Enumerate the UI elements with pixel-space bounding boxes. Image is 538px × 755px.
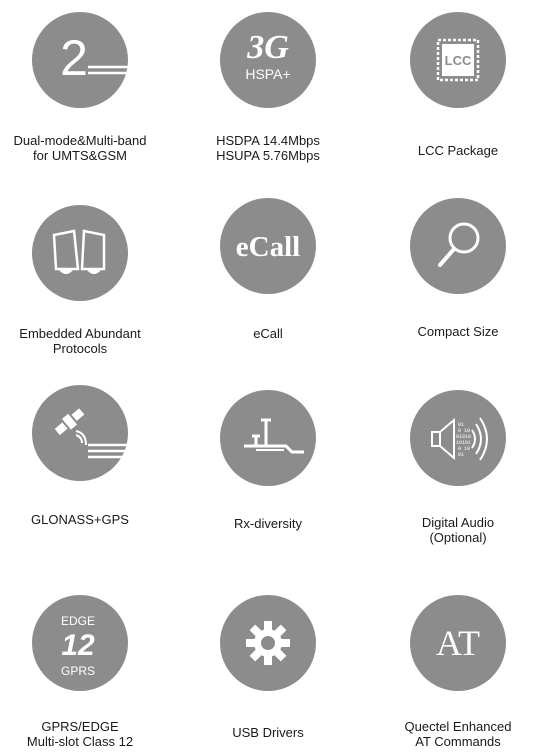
svg-text:eCall: eCall xyxy=(236,231,300,263)
caption-at: Quectel Enhanced AT Commands xyxy=(404,719,512,749)
feature-circle-audio: 01 0 10 01010 10101 0 10 01 xyxy=(410,390,506,486)
svg-text:EDGE: EDGE xyxy=(61,614,95,628)
feature-circle-edge: EDGE 12 GPRS xyxy=(32,595,128,691)
caption-edge: GPRS/EDGE Multi-slot Class 12 xyxy=(26,719,134,749)
caption-glonass: GLONASS+GPS xyxy=(31,512,129,527)
feature-circle-dual-mode: 2 xyxy=(32,12,128,108)
feature-circle-compact xyxy=(410,198,506,294)
speaker-icon: 01 0 10 01010 10101 0 10 01 xyxy=(431,417,488,461)
rx-diversity-icon xyxy=(244,418,304,454)
magnifier-icon xyxy=(438,222,480,267)
caption-audio: Digital Audio (Optional) xyxy=(421,515,495,545)
svg-text:12: 12 xyxy=(61,629,95,662)
3g-hspa-icon: 3G HSPA+ xyxy=(245,29,290,82)
edge-gprs-icon: EDGE 12 GPRS xyxy=(61,614,95,678)
feature-circle-glonass xyxy=(32,385,128,481)
feature-circle-usb xyxy=(220,595,316,691)
lcc-chip-icon: LCC xyxy=(436,38,480,82)
caption-rx: Rx-diversity xyxy=(234,516,302,531)
caption-dual-mode: Dual-mode&Multi-band for UMTS&GSM xyxy=(13,133,147,163)
satellite-icon xyxy=(54,408,128,459)
caption-hspa: HSDPA 14.4Mbps HSUPA 5.76Mbps xyxy=(216,133,320,163)
caption-protocols: Embedded Abundant Protocols xyxy=(19,326,141,356)
caption-lcc: LCC Package xyxy=(417,143,499,158)
caption-usb: USB Drivers xyxy=(232,725,304,740)
ecall-icon: eCall xyxy=(236,231,300,263)
svg-text:LCC: LCC xyxy=(445,53,472,68)
feature-circle-at: AT xyxy=(410,595,506,691)
svg-text:AT: AT xyxy=(436,623,480,663)
svg-text:01: 01 xyxy=(458,452,464,458)
feature-circle-ecall: eCall xyxy=(220,198,316,294)
svg-text:GPRS: GPRS xyxy=(61,664,95,678)
feature-circle-rx xyxy=(220,390,316,486)
feature-circle-protocols xyxy=(32,205,128,301)
caption-ecall: eCall xyxy=(253,326,283,341)
open-book-icon xyxy=(52,229,106,274)
icon-numeral-two: 2 xyxy=(60,30,88,86)
caption-compact: Compact Size xyxy=(417,324,499,339)
svg-text:3G: 3G xyxy=(246,29,289,66)
feature-circle-lcc: LCC xyxy=(410,12,506,108)
gear-icon xyxy=(246,621,290,665)
feature-circle-hspa: 3G HSPA+ xyxy=(220,12,316,108)
svg-text:HSPA+: HSPA+ xyxy=(245,66,290,82)
two-lines-icon: 2 xyxy=(60,30,128,86)
at-commands-icon: AT xyxy=(436,623,480,663)
